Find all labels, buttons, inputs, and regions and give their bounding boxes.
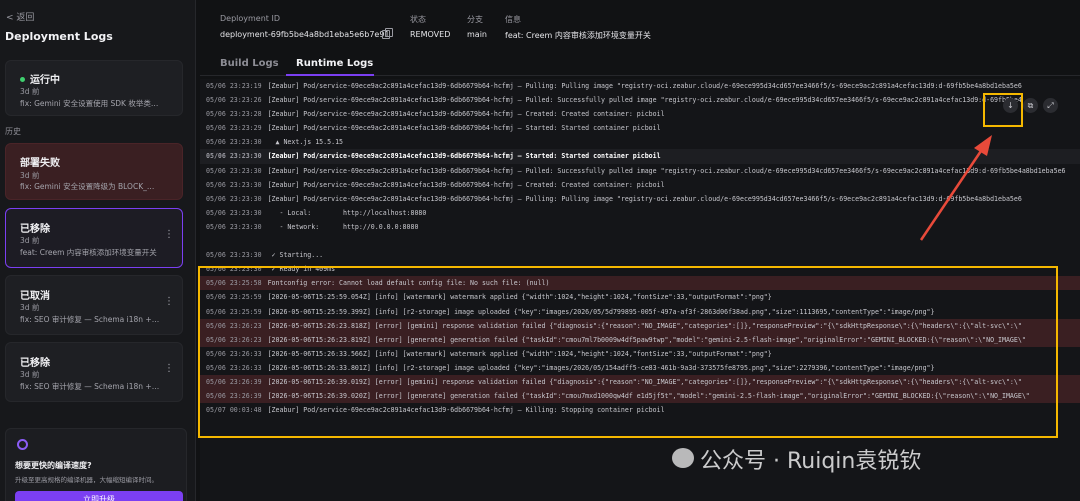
log-text: ✓ Starting... [267,251,324,260]
expand-icon[interactable]: ⤢ [1043,98,1058,113]
log-line: 05/06 23:23:30 [Zeabur] Pod/service-69ece… [200,178,1080,192]
log-timestamp: 05/06 23:23:30 [206,138,262,147]
log-text: [Zeabur] Pod/service-69ece9ac2c891a4cefa… [267,110,665,119]
log-timestamp: 05/06 23:23:28 [206,110,262,119]
history-item-removed[interactable]: 已移除 3d 前 fix: SEO 审计修复 — Schema i18n + O… [5,342,183,402]
active-tab-indicator [286,74,374,76]
highlight-box-logs [198,266,1058,438]
log-text: ▲ Next.js 15.5.15 [267,138,344,147]
log-text: [Zeabur] Pod/service-69ece9ac2c891a4cefa… [267,82,1022,90]
deployment-date: 3d 前 [20,236,40,245]
log-line: 05/06 23:23:30 ✓ Starting... [200,248,1080,262]
log-timestamp: 05/06 23:23:30 [206,222,262,231]
log-line: 05/06 23:23:28 [Zeabur] Pod/service-69ece… [200,107,1080,121]
log-timestamp: 05/06 23:23:30 [206,194,262,203]
status-label: 状态 [410,15,426,24]
promo-description: 升级至更高规格的编译机器，大幅缩短编译时间。 [15,476,158,484]
history-item-failed[interactable]: 部署失败 3d 前 fix: Gemini 安全设置降级为 BLOCK_ONLY… [5,143,183,200]
back-link[interactable]: < 返回 [6,10,34,23]
deployment-date: 3d 前 [20,303,40,312]
log-line: 05/06 23:23:26 [Zeabur] Pod/service-69ece… [200,93,1080,107]
log-line: 05/06 23:23:30 ▲ Next.js 15.5.15 [200,135,1080,149]
log-text: [Zeabur] Pod/service-69ece9ac2c891a4cefa… [267,96,1022,105]
tab-runtime-logs[interactable]: Runtime Logs [296,58,373,69]
history-item-cancelled[interactable]: 已取消 3d 前 fix: SEO 审计修复 — Schema i18n + O… [5,275,183,335]
deployment-date: 3d 前 [20,171,40,180]
log-line: 05/06 23:23:30 [Zeabur] Pod/service-69ece… [200,164,1080,178]
deployment-id-value: deployment-69fb5be4a8bd1eba5e6b7e91 [220,30,390,39]
deployment-status: 已移除 [20,358,50,369]
status-value: REMOVED [410,30,451,39]
history-item-removed-selected[interactable]: 已移除 3d 前 feat: Creem 内容审核添加环境变量开关 ⋮ [5,208,183,268]
more-options-icon[interactable]: ⋮ [164,297,174,307]
log-line: 05/06 23:23:30 [Zeabur] Pod/service-69ece… [200,192,1080,206]
log-text: [Zeabur] Pod/service-69ece9ac2c891a4cefa… [267,180,665,189]
log-text: [Zeabur] Pod/service-69ece9ac2c891a4cefa… [267,124,661,133]
branch-value: main [467,30,487,39]
deployment-date: 3d 前 [20,370,40,379]
branch-label: 分支 [467,15,483,24]
log-line: 05/06 23:23:30 [Zeabur] Pod/service-69ece… [200,149,1080,164]
log-line: 05/06 23:23:30 - Network: http://0.0.0.0… [200,220,1080,234]
log-timestamp: 05/06 23:23:26 [206,96,262,105]
log-timestamp: 05/06 23:23:30 [206,166,262,175]
sidebar-title: Deployment Logs [5,30,113,43]
deployment-message: fix: SEO 审计修复 — Schema i18n + OG 图... [20,315,160,324]
sidebar: < 返回 Deployment Logs 运行中 3d 前 fix: Gemin… [0,0,196,501]
deployment-status: 已移除 [20,224,50,235]
info-value: feat: Creem 内容审核添加环境变量开关 [505,31,651,40]
deployment-date: 3d 前 [20,87,40,96]
history-label: 历史 [5,127,21,136]
log-timestamp: 05/06 23:23:19 [206,82,262,90]
deployment-message: fix: Gemini 安全设置使用 SDK 枚举类型... [20,99,160,108]
log-timestamp: 05/06 23:23:30 [206,180,262,189]
info-label: 信息 [505,15,521,24]
copy-icon[interactable]: ⧉ [1023,98,1038,113]
copy-icon[interactable] [382,28,393,39]
more-options-icon[interactable]: ⋮ [164,364,174,374]
wechat-logo-icon [672,448,694,468]
log-timestamp: 05/06 23:23:30 [206,152,262,161]
promo-title: 想要更快的编译速度? [15,461,92,470]
deployment-message: feat: Creem 内容审核添加环境变量开关 [20,248,157,257]
deployment-message: fix: Gemini 安全设置降级为 BLOCK_ONLY... [20,182,160,191]
tab-build-logs[interactable]: Build Logs [220,58,279,69]
log-timestamp: 05/06 23:23:30 [206,208,262,217]
log-line: 05/06 23:23:29 [Zeabur] Pod/service-69ece… [200,121,1080,135]
log-timestamp: 05/06 23:23:30 [206,251,262,260]
current-deployment-card[interactable]: 运行中 3d 前 fix: Gemini 安全设置使用 SDK 枚举类型... [5,60,183,116]
upgrade-button[interactable]: 立即升级 [15,491,183,501]
deployment-status: 部署失败 [20,158,60,169]
log-text: - Local: http://localhost:8080 [267,208,427,217]
deployment-status: 运行中 [20,71,60,86]
log-text: [Zeabur] Pod/service-69ece9ac2c891a4cefa… [267,166,1066,175]
deployment-status: 已取消 [20,291,50,302]
deployment-message: fix: SEO 审计修复 — Schema i18n + OG 图... [20,382,160,391]
log-text: [Zeabur] Pod/service-69ece9ac2c891a4cefa… [267,194,1022,203]
watermark-text: 公众号 · Ruiqin袁锐钦 [700,449,922,474]
log-line: 05/06 23:23:19 [Zeabur] Pod/service-69ece… [200,79,1080,93]
log-timestamp: 05/06 23:23:29 [206,124,262,133]
upgrade-promo: 想要更快的编译速度? 升级至更高规格的编译机器，大幅缩短编译时间。 立即升级 [5,428,187,501]
more-options-icon[interactable]: ⋮ [164,230,174,240]
highlight-box-toolbar [983,93,1023,127]
log-text: [Zeabur] Pod/service-69ece9ac2c891a4cefa… [267,152,661,161]
deployment-id-label: Deployment ID [220,14,280,23]
speed-icon [17,439,28,450]
log-line: 05/06 23:23:30 - Local: http://localhost… [200,206,1080,220]
running-dot-icon [20,77,25,82]
log-text: - Network: http://0.0.0.0:8080 [267,222,419,231]
